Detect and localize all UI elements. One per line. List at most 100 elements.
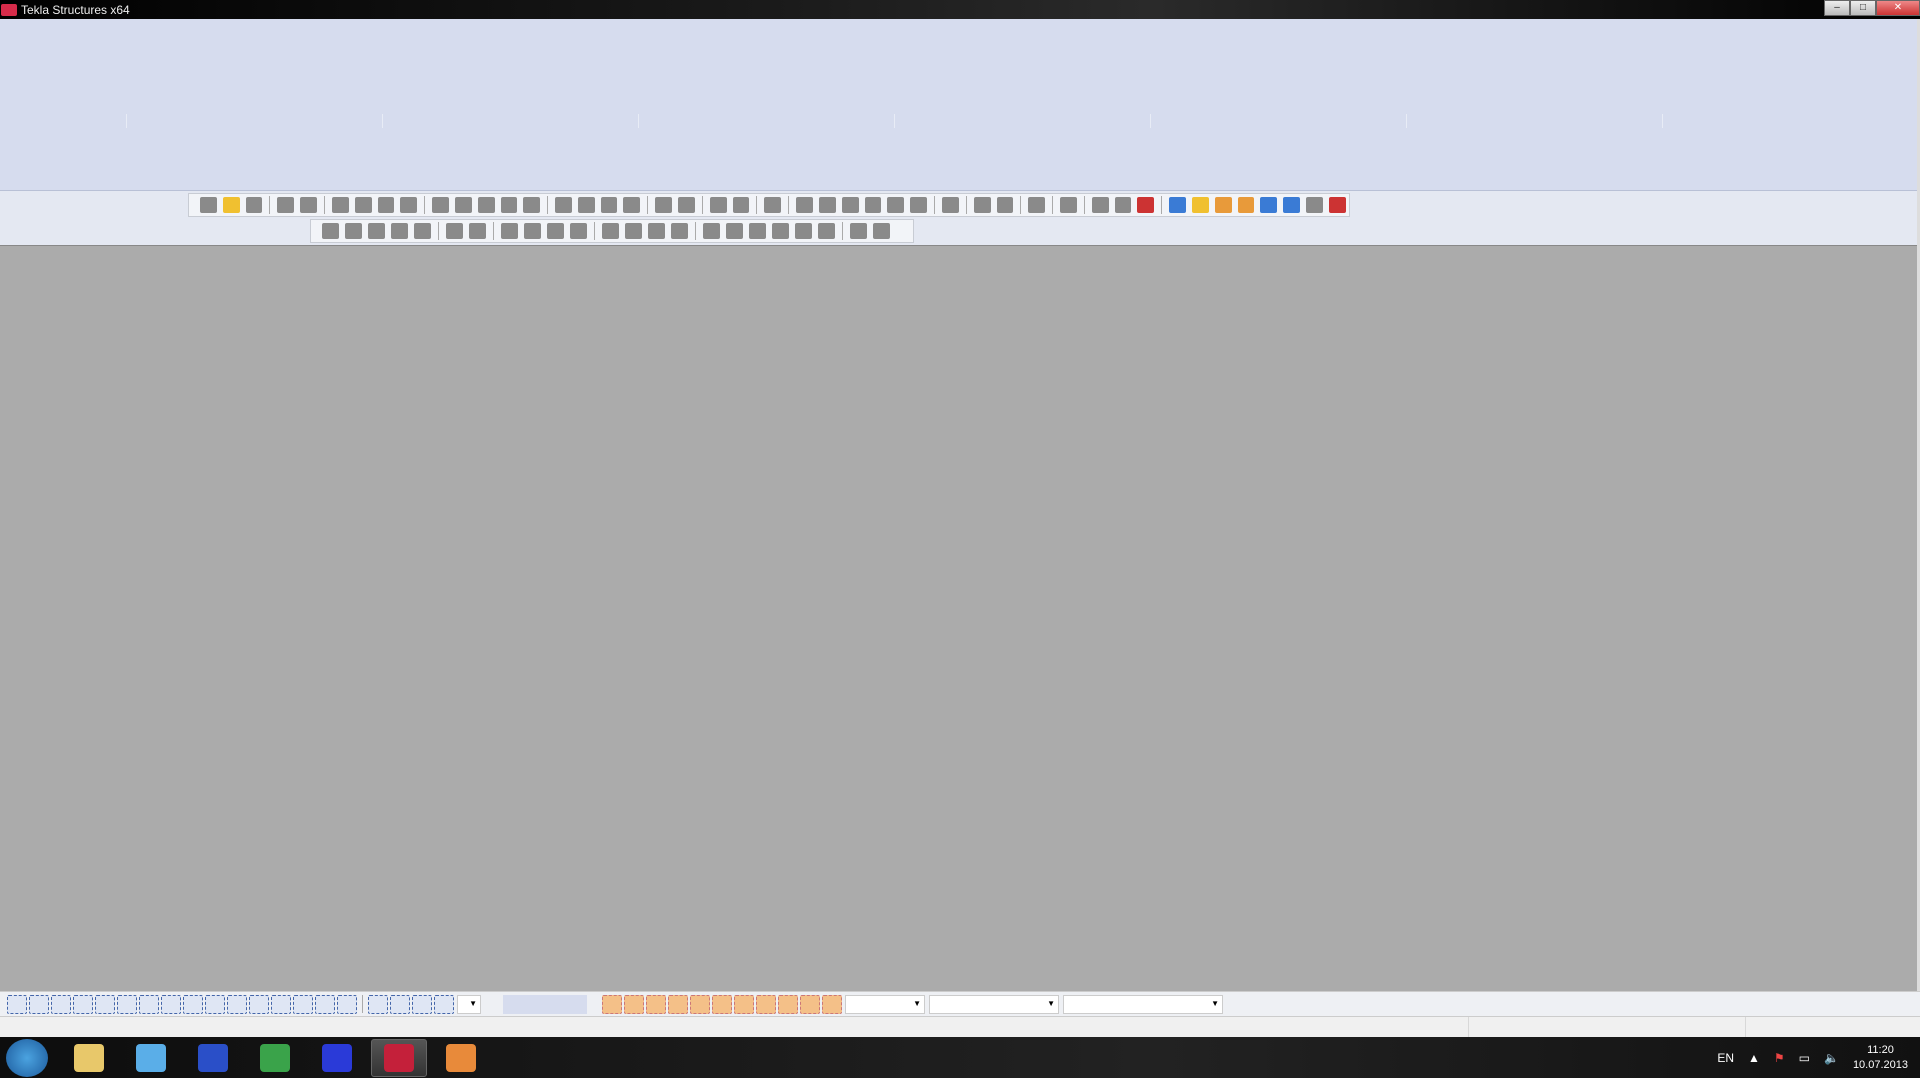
snap-depth-icon[interactable] <box>412 994 432 1014</box>
new-file-icon[interactable] <box>200 197 217 213</box>
work-plane-dropdown[interactable] <box>1063 994 1223 1014</box>
select-switch-icon[interactable] <box>161 994 181 1014</box>
bolt-icon[interactable] <box>602 223 619 239</box>
taskbar-app-button[interactable] <box>61 1039 117 1077</box>
arc-icon[interactable] <box>887 197 905 213</box>
twin-icon[interactable] <box>446 223 463 239</box>
snap-depth-icon[interactable] <box>368 994 388 1014</box>
snap-icon[interactable] <box>655 197 673 213</box>
snap-switch-icon[interactable] <box>712 994 732 1014</box>
snap-switch-icon[interactable] <box>602 994 622 1014</box>
shield-icon[interactable] <box>1137 197 1155 213</box>
delete-icon[interactable] <box>377 197 395 213</box>
snap-depth-icon[interactable] <box>390 994 410 1014</box>
dimension-icon[interactable] <box>841 197 859 213</box>
polybeam-icon[interactable] <box>368 223 385 239</box>
render-icon[interactable] <box>1060 197 1077 213</box>
snap-switch-icon[interactable] <box>778 994 798 1014</box>
snap-switch-icon[interactable] <box>756 994 776 1014</box>
select-switch-icon[interactable] <box>95 994 115 1014</box>
view-icon[interactable] <box>555 197 572 213</box>
concrete-column-icon[interactable] <box>547 223 564 239</box>
select-switch-icon[interactable] <box>205 994 225 1014</box>
snap2-icon[interactable] <box>678 197 695 213</box>
orthogonal-icon[interactable] <box>469 223 486 239</box>
point-icon[interactable] <box>703 223 720 239</box>
toggle-icon[interactable] <box>1328 197 1346 213</box>
rotate-icon[interactable] <box>523 197 541 213</box>
point4-icon[interactable] <box>772 223 789 239</box>
close-button[interactable]: ✕ <box>1876 0 1920 16</box>
view2-icon[interactable] <box>577 197 595 213</box>
snap-switch-icon[interactable] <box>822 994 842 1014</box>
column-icon[interactable] <box>322 223 339 239</box>
select-switch-icon[interactable] <box>51 994 71 1014</box>
snap-switch-icon[interactable] <box>646 994 666 1014</box>
point6-icon[interactable] <box>818 223 835 239</box>
network-icon[interactable]: ▭ <box>1799 1051 1810 1065</box>
select-switch-icon[interactable] <box>293 994 313 1014</box>
taskbar-app-button[interactable] <box>309 1039 365 1077</box>
point2-icon[interactable] <box>726 223 743 239</box>
copy-box-icon[interactable] <box>1237 197 1255 213</box>
taskbar-app-button[interactable] <box>371 1038 427 1077</box>
detail-icon[interactable] <box>671 223 688 239</box>
select-switch-icon[interactable] <box>271 994 291 1014</box>
select-parts-icon[interactable] <box>454 197 472 213</box>
taskbar-app-button[interactable] <box>433 1039 489 1077</box>
select-switch-icon[interactable] <box>7 994 27 1014</box>
curved-beam-icon[interactable] <box>391 223 408 239</box>
inquire-icon[interactable] <box>709 197 727 213</box>
select-switch-icon[interactable] <box>29 994 49 1014</box>
inquire2-icon[interactable] <box>732 197 750 213</box>
forward-icon[interactable] <box>1091 197 1109 213</box>
box-icon[interactable] <box>1214 197 1232 213</box>
blue-box-icon[interactable] <box>1283 197 1301 213</box>
folder-icon[interactable] <box>1028 197 1046 213</box>
select-objects-icon[interactable] <box>477 197 495 213</box>
select-switch-icon[interactable] <box>227 994 247 1014</box>
pad-footing-icon[interactable] <box>501 223 518 239</box>
language-indicator[interactable]: EN <box>1717 1051 1734 1065</box>
zoom-icon[interactable] <box>941 197 959 213</box>
snap-switch-icon[interactable] <box>734 994 754 1014</box>
select-switch-icon[interactable] <box>73 994 93 1014</box>
cut-icon[interactable] <box>500 197 518 213</box>
snap-depth-dropdown[interactable] <box>457 994 481 1014</box>
help-icon[interactable] <box>764 197 782 213</box>
select-all-icon[interactable] <box>432 197 449 213</box>
snap-switch-icon[interactable] <box>624 994 644 1014</box>
beam-icon[interactable] <box>345 223 362 239</box>
action-center-flag-icon[interactable]: ⚑ <box>1774 1051 1785 1065</box>
taskbar-app-button[interactable] <box>247 1039 303 1077</box>
select-switch-icon[interactable] <box>117 994 137 1014</box>
undo-icon[interactable] <box>277 197 295 213</box>
move-icon[interactable] <box>354 197 372 213</box>
component-icon[interactable] <box>973 197 991 213</box>
grid2-icon[interactable] <box>819 197 836 213</box>
minimize-button[interactable]: – <box>1824 0 1850 16</box>
snap-mode-dropdown[interactable] <box>929 994 1059 1014</box>
maximize-button[interactable]: □ <box>1850 0 1876 16</box>
model-view-area[interactable] <box>0 245 1920 991</box>
snap-switch-icon[interactable] <box>690 994 710 1014</box>
select-switch-icon[interactable] <box>315 994 335 1014</box>
tool-icon[interactable] <box>1114 197 1132 213</box>
taskbar-app-button[interactable] <box>185 1039 241 1077</box>
point5-icon[interactable] <box>795 223 812 239</box>
point3-icon[interactable] <box>749 223 766 239</box>
snap-depth-icon[interactable] <box>434 994 454 1014</box>
strip-footing-icon[interactable] <box>524 223 541 239</box>
properties-icon[interactable] <box>400 197 418 213</box>
slab-icon[interactable] <box>414 223 431 239</box>
redo-icon[interactable] <box>300 197 317 213</box>
snap-switch-icon[interactable] <box>668 994 688 1014</box>
measure-icon[interactable] <box>864 197 882 213</box>
copy-icon[interactable] <box>331 197 349 213</box>
open-folder-icon[interactable] <box>1192 197 1209 213</box>
view3-icon[interactable] <box>600 197 618 213</box>
circle-point-icon[interactable] <box>873 223 890 239</box>
select-switch-icon[interactable] <box>249 994 269 1014</box>
open-file-icon[interactable] <box>222 197 240 213</box>
clip-plane-icon[interactable] <box>1169 197 1187 213</box>
